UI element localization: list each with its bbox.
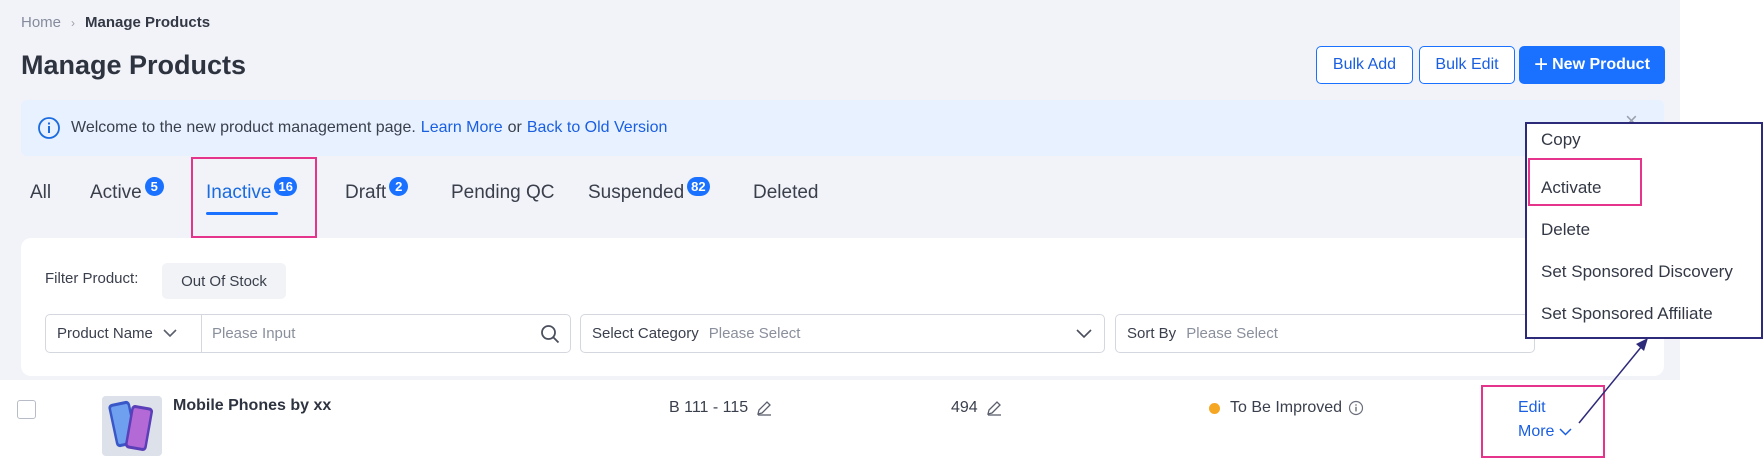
row-checkbox[interactable] xyxy=(17,400,36,419)
category-placeholder: Please Select xyxy=(708,325,801,342)
highlight-box-more xyxy=(1481,385,1605,458)
tab-active[interactable]: Active 5 xyxy=(90,177,164,204)
count-badge: 2 xyxy=(389,177,409,196)
highlight-box-activate xyxy=(1528,158,1642,206)
sort-placeholder: Please Select xyxy=(1186,325,1278,342)
category-select[interactable]: Select Category Please Select xyxy=(580,314,1105,353)
info-circle-icon[interactable] xyxy=(1348,400,1364,416)
highlight-box-inactive-tab xyxy=(191,157,317,238)
tab-deleted[interactable]: Deleted xyxy=(753,182,819,204)
notice-text: Welcome to the new product management pa… xyxy=(71,119,416,136)
product-name[interactable]: Mobile Phones by xx xyxy=(173,397,331,415)
stock-cell: 494 xyxy=(951,399,1002,417)
status-cell: To Be Improved xyxy=(1209,399,1364,417)
price-value: B 111 - 115 xyxy=(669,399,749,416)
stock-value: 494 xyxy=(951,399,978,416)
count-badge: 82 xyxy=(687,177,710,196)
tab-label: All xyxy=(30,182,52,203)
search-icon[interactable] xyxy=(540,324,560,344)
menu-item-copy[interactable]: Copy xyxy=(1541,130,1581,150)
back-old-version-link[interactable]: Back to Old Version xyxy=(527,119,668,137)
breadcrumb-home[interactable]: Home xyxy=(21,14,61,31)
tab-all[interactable]: All xyxy=(30,182,51,204)
menu-item-set-sponsored-discovery[interactable]: Set Sponsored Discovery xyxy=(1541,262,1733,282)
tab-label: Draft xyxy=(345,182,387,203)
plus-icon: + xyxy=(1534,51,1549,78)
learn-more-link[interactable]: Learn More xyxy=(421,119,503,137)
filter-label: Filter Product: xyxy=(45,270,139,287)
bulk-add-button[interactable]: Bulk Add xyxy=(1316,46,1413,84)
menu-item-set-sponsored-affiliate[interactable]: Set Sponsored Affiliate xyxy=(1541,304,1713,324)
tab-pending-qc[interactable]: Pending QC xyxy=(451,182,555,204)
pencil-icon[interactable] xyxy=(756,400,772,416)
tab-draft[interactable]: Draft 2 xyxy=(345,177,409,204)
tab-suspended[interactable]: Suspended 82 xyxy=(588,177,710,204)
chevron-down-icon xyxy=(163,329,177,338)
sort-by-select[interactable]: Sort By Please Select xyxy=(1115,314,1535,353)
search-type-value: Product Name xyxy=(57,325,153,342)
tab-label: Deleted xyxy=(753,182,819,203)
tab-label: Pending QC xyxy=(451,182,555,203)
notice-or: or xyxy=(507,119,522,136)
breadcrumb-separator-icon: › xyxy=(71,15,76,30)
chevron-down-icon xyxy=(1076,328,1092,339)
new-product-button[interactable]: + New Product xyxy=(1519,46,1665,84)
out-of-stock-chip[interactable]: Out Of Stock xyxy=(162,263,286,299)
search-input[interactable]: Please Input xyxy=(212,325,540,342)
filter-panel xyxy=(21,238,1664,376)
new-product-label: New Product xyxy=(1552,56,1650,73)
pencil-icon[interactable] xyxy=(986,400,1002,416)
tab-label: Suspended xyxy=(588,182,685,203)
sort-label: Sort By xyxy=(1127,325,1177,342)
bulk-edit-button[interactable]: Bulk Edit xyxy=(1419,46,1515,84)
field-divider xyxy=(201,315,202,352)
more-actions-menu: Copy Activate Delete Set Sponsored Disco… xyxy=(1525,122,1763,339)
count-badge: 5 xyxy=(144,177,164,196)
page-title: Manage Products xyxy=(21,50,247,80)
tab-label: Active xyxy=(90,182,142,203)
status-text: To Be Improved xyxy=(1230,399,1343,416)
product-thumbnail xyxy=(102,396,162,456)
status-dot xyxy=(1209,402,1220,414)
breadcrumb-current: Manage Products xyxy=(85,14,211,31)
product-search-field: Product Name Please Input xyxy=(45,314,571,353)
price-cell: B 111 - 115 xyxy=(669,399,772,417)
status-tabs: All Active 5 Inactive 16 Draft 2 Pending QC… xyxy=(0,170,900,240)
search-type-select[interactable]: Product Name xyxy=(46,315,201,352)
info-circle-icon xyxy=(37,116,61,140)
menu-item-delete[interactable]: Delete xyxy=(1541,220,1590,240)
info-notice: Welcome to the new product management pa… xyxy=(21,100,1664,156)
breadcrumb: Home › Manage Products xyxy=(21,14,210,31)
category-label: Select Category xyxy=(592,325,699,342)
